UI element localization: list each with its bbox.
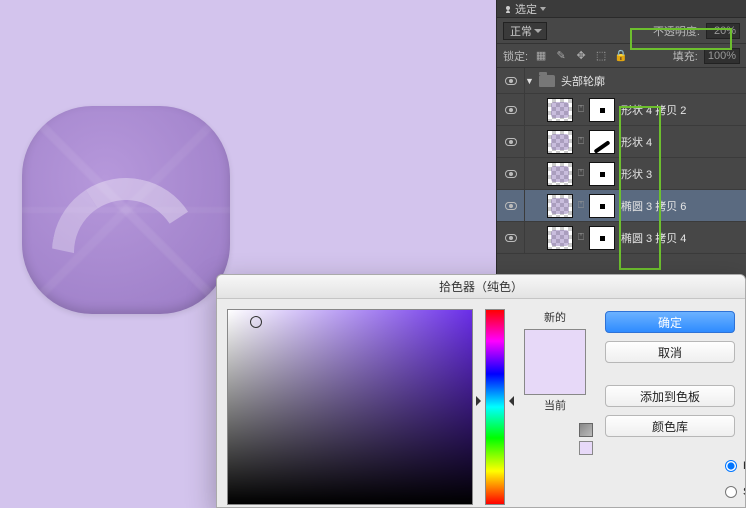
layer-row[interactable]: ⍞ 形状 4 拷贝 2	[497, 94, 746, 126]
lock-brush-icon[interactable]: ✎	[554, 49, 568, 63]
layer-group-row[interactable]: ▼ 头部轮廓	[497, 68, 746, 94]
link-icon[interactable]: ⍞	[577, 199, 585, 213]
saturation-value-field[interactable]	[227, 309, 473, 505]
link-icon[interactable]: ⍞	[577, 135, 585, 149]
lock-label: 锁定:	[503, 48, 528, 64]
swatch-new	[525, 330, 585, 362]
glass-arc	[38, 164, 214, 340]
swatch-pair	[524, 329, 586, 395]
blend-mode-dropdown[interactable]: 正常	[503, 22, 547, 40]
lock-all-icon[interactable]: 🔒	[614, 49, 628, 63]
layer-name: 形状 4	[621, 134, 652, 150]
layers-panel: 选定 正常 不透明度: 20% 锁定: ▦ ✎ ✥ ⬚ 🔒 填充: 100% ▼…	[496, 0, 746, 284]
blend-mode-value: 正常	[510, 23, 532, 39]
lock-frame-icon[interactable]: ⬚	[594, 49, 608, 63]
hue-indicator	[479, 396, 511, 406]
panel-tabs: 选定	[497, 0, 746, 18]
color-library-button[interactable]: 颜色库	[605, 415, 735, 437]
opacity-value[interactable]: 20%	[706, 23, 740, 39]
layer-mask-thumb	[589, 98, 615, 122]
layer-mask-thumb	[589, 194, 615, 218]
link-icon[interactable]: ⍞	[577, 167, 585, 181]
hsb-inputs: H: 度 S:	[725, 457, 746, 501]
swatch-current	[525, 362, 585, 394]
selection-kind-dropdown[interactable]: 选定	[503, 1, 547, 17]
color-picker-dialog: 拾色器（纯色） 新的 当前 确定 取消 添加到色板 颜色库	[216, 274, 746, 508]
layer-name: 椭圆 3 拷贝 6	[621, 198, 686, 214]
layer-row[interactable]: ⍞ 椭圆 3 拷贝 6	[497, 190, 746, 222]
current-label: 当前	[544, 397, 566, 413]
color-3d-icon[interactable]	[579, 423, 593, 437]
lock-transparent-icon[interactable]: ▦	[534, 49, 548, 63]
folder-toggle-icon[interactable]: ▼	[525, 76, 537, 86]
link-icon[interactable]: ⍞	[577, 231, 585, 245]
new-label: 新的	[544, 309, 566, 325]
h-radio[interactable]	[725, 460, 737, 472]
swatch-column: 新的 当前	[517, 309, 593, 497]
canvas-artwork	[22, 106, 230, 314]
visibility-icon[interactable]	[505, 106, 517, 114]
visibility-icon[interactable]	[505, 77, 517, 85]
layer-mask-thumb	[589, 226, 615, 250]
websafe-swatch[interactable]	[579, 441, 593, 455]
layer-row[interactable]: ⍞ 形状 3	[497, 158, 746, 190]
layer-thumb	[547, 162, 573, 186]
layer-name: 椭圆 3 拷贝 4	[621, 230, 686, 246]
group-name: 头部轮廓	[561, 73, 605, 89]
fill-label: 填充:	[673, 48, 698, 64]
layer-row[interactable]: ⍞ 椭圆 3 拷贝 4	[497, 222, 746, 254]
dialog-title: 拾色器（纯色）	[217, 275, 745, 299]
lock-move-icon[interactable]: ✥	[574, 49, 588, 63]
layer-name: 形状 4 拷贝 2	[621, 102, 686, 118]
visibility-icon[interactable]	[505, 170, 517, 178]
sv-cursor	[250, 316, 262, 328]
cancel-button[interactable]: 取消	[605, 341, 735, 363]
visibility-icon[interactable]	[505, 234, 517, 242]
hue-strip[interactable]	[485, 309, 505, 505]
layer-mask-thumb	[589, 162, 615, 186]
blend-opacity-row: 正常 不透明度: 20%	[497, 18, 746, 44]
opacity-label: 不透明度:	[653, 23, 700, 39]
layer-thumb	[547, 130, 573, 154]
folder-icon	[539, 75, 555, 87]
visibility-icon[interactable]	[505, 138, 517, 146]
layer-row[interactable]: ⍞ 形状 4	[497, 126, 746, 158]
dialog-buttons: 确定 取消 添加到色板 颜色库	[605, 309, 735, 497]
layer-thumb	[547, 98, 573, 122]
visibility-icon[interactable]	[505, 202, 517, 210]
layer-tree: ▼ 头部轮廓 ⍞ 形状 4 拷贝 2 ⍞ 形状 4 ⍞ 形状 3 ⍞ 椭圆 3 拷贝 6 ⍞ 椭圆…	[497, 68, 746, 254]
layer-thumb	[547, 226, 573, 250]
link-icon[interactable]: ⍞	[577, 103, 585, 117]
fill-value[interactable]: 100%	[704, 48, 740, 64]
layer-thumb	[547, 194, 573, 218]
layer-mask-thumb	[589, 130, 615, 154]
lock-icons: ▦ ✎ ✥ ⬚ 🔒	[534, 49, 628, 63]
lock-fill-row: 锁定: ▦ ✎ ✥ ⬚ 🔒 填充: 100%	[497, 44, 746, 68]
add-swatch-button[interactable]: 添加到色板	[605, 385, 735, 407]
ok-button[interactable]: 确定	[605, 311, 735, 333]
layer-name: 形状 3	[621, 166, 652, 182]
selection-kind-label: 选定	[515, 1, 537, 17]
s-radio[interactable]	[725, 486, 737, 498]
